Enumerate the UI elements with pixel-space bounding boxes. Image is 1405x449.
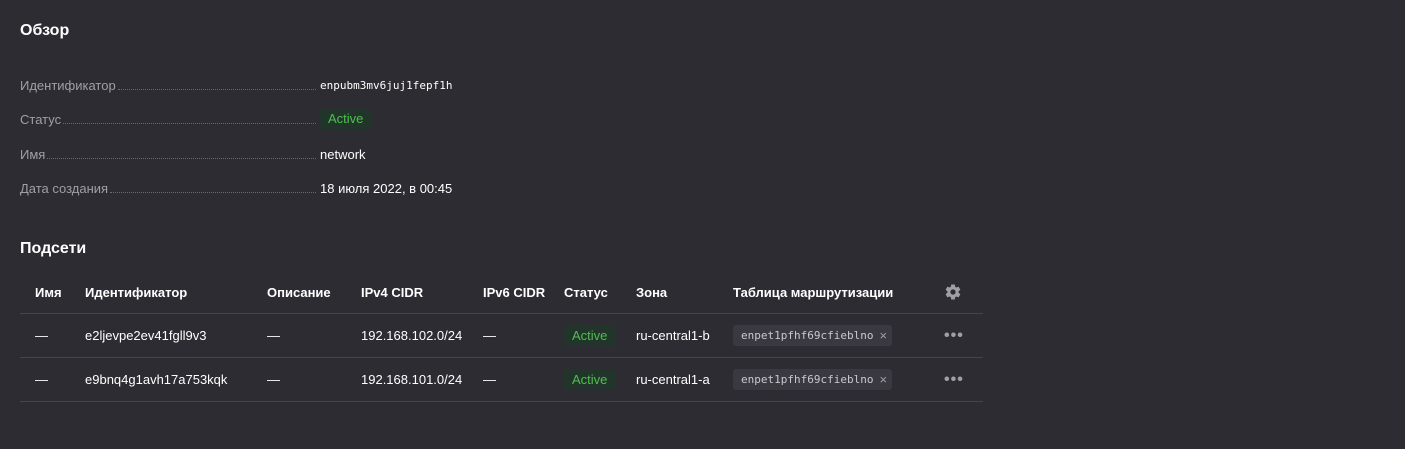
dotted-leader [47,157,316,159]
subnets-table: Имя Идентификатор Описание IPv4 CIDR IPv… [20,271,983,402]
overview-label-id: Идентификатор [20,77,116,93]
cell-ipv6: — [483,328,496,343]
dotted-leader [110,191,316,193]
dotted-leader [117,88,316,90]
status-badge: Active [564,325,616,346]
cell-id[interactable]: e9bnq4g1avh17a753kqk [85,358,227,401]
close-icon[interactable]: × [879,373,887,386]
table-row[interactable]: — e9bnq4g1avh17a753kqk — 192.168.101.0/2… [20,358,983,402]
column-header-status[interactable]: Статус [564,271,608,313]
column-header-zone[interactable]: Зона [636,271,667,313]
cell-id[interactable]: e2ljevpe2ev41fgll9v3 [85,314,206,357]
network-overview-page: Обзор Идентификатор enpubm3mv6juj1fepf1h… [0,0,1405,449]
overview-row-created: Дата создания 18 июля 2022, в 00:45 [20,178,500,198]
cell-description: — [267,372,280,387]
route-table-chip[interactable]: enpet1pfhf69cfieblno × [733,325,893,346]
table-row[interactable]: — e2ljevpe2ev41fgll9v3 — 192.168.102.0/2… [20,314,983,358]
column-header-route-table[interactable]: Таблица маршрутизации [733,271,893,313]
overview-label-status: Статус [20,111,62,127]
route-table-id[interactable]: enpet1pfhf69cfieblno [741,373,873,386]
overview-row-id: Идентификатор enpubm3mv6juj1fepf1h [20,75,500,95]
column-header-ipv6[interactable]: IPv6 CIDR [483,271,545,313]
status-badge: Active [320,109,372,129]
cell-description: — [267,328,280,343]
close-icon[interactable]: × [879,329,887,342]
dotted-leader [63,122,316,124]
cell-ipv4: 192.168.101.0/24 [361,372,463,387]
subnets-title: Подсети [20,240,87,257]
cell-zone: ru-central1-b [636,328,710,343]
column-header-id[interactable]: Идентификатор [85,271,187,313]
cell-name: — [35,372,48,387]
route-table-id[interactable]: enpet1pfhf69cfieblno [741,329,873,342]
column-header-ipv4[interactable]: IPv4 CIDR [361,271,423,313]
status-badge: Active [564,369,616,390]
overview-row-name: Имя network [20,144,500,164]
gear-icon[interactable] [944,271,962,313]
overview-value-created: 18 июля 2022, в 00:45 [320,180,453,196]
cell-zone: ru-central1-a [636,372,710,387]
column-header-description[interactable]: Описание [267,271,331,313]
table-header-row: Имя Идентификатор Описание IPv4 CIDR IPv… [20,271,983,314]
route-table-chip[interactable]: enpet1pfhf69cfieblno × [733,369,893,390]
overview-label-created: Дата создания [20,180,109,196]
cell-name: — [35,328,48,343]
column-header-name[interactable]: Имя [35,271,62,313]
overview-label-name: Имя [20,146,46,162]
overview-value-id[interactable]: enpubm3mv6juj1fepf1h [320,79,452,92]
more-horizontal-icon[interactable]: ••• [944,327,964,345]
overview-title: Обзор [20,22,70,39]
cell-ipv4: 192.168.102.0/24 [361,328,463,343]
more-horizontal-icon[interactable]: ••• [944,371,964,389]
overview-row-status: Статус Active [20,109,500,129]
cell-ipv6: — [483,372,496,387]
overview-value-name: network [320,146,366,162]
